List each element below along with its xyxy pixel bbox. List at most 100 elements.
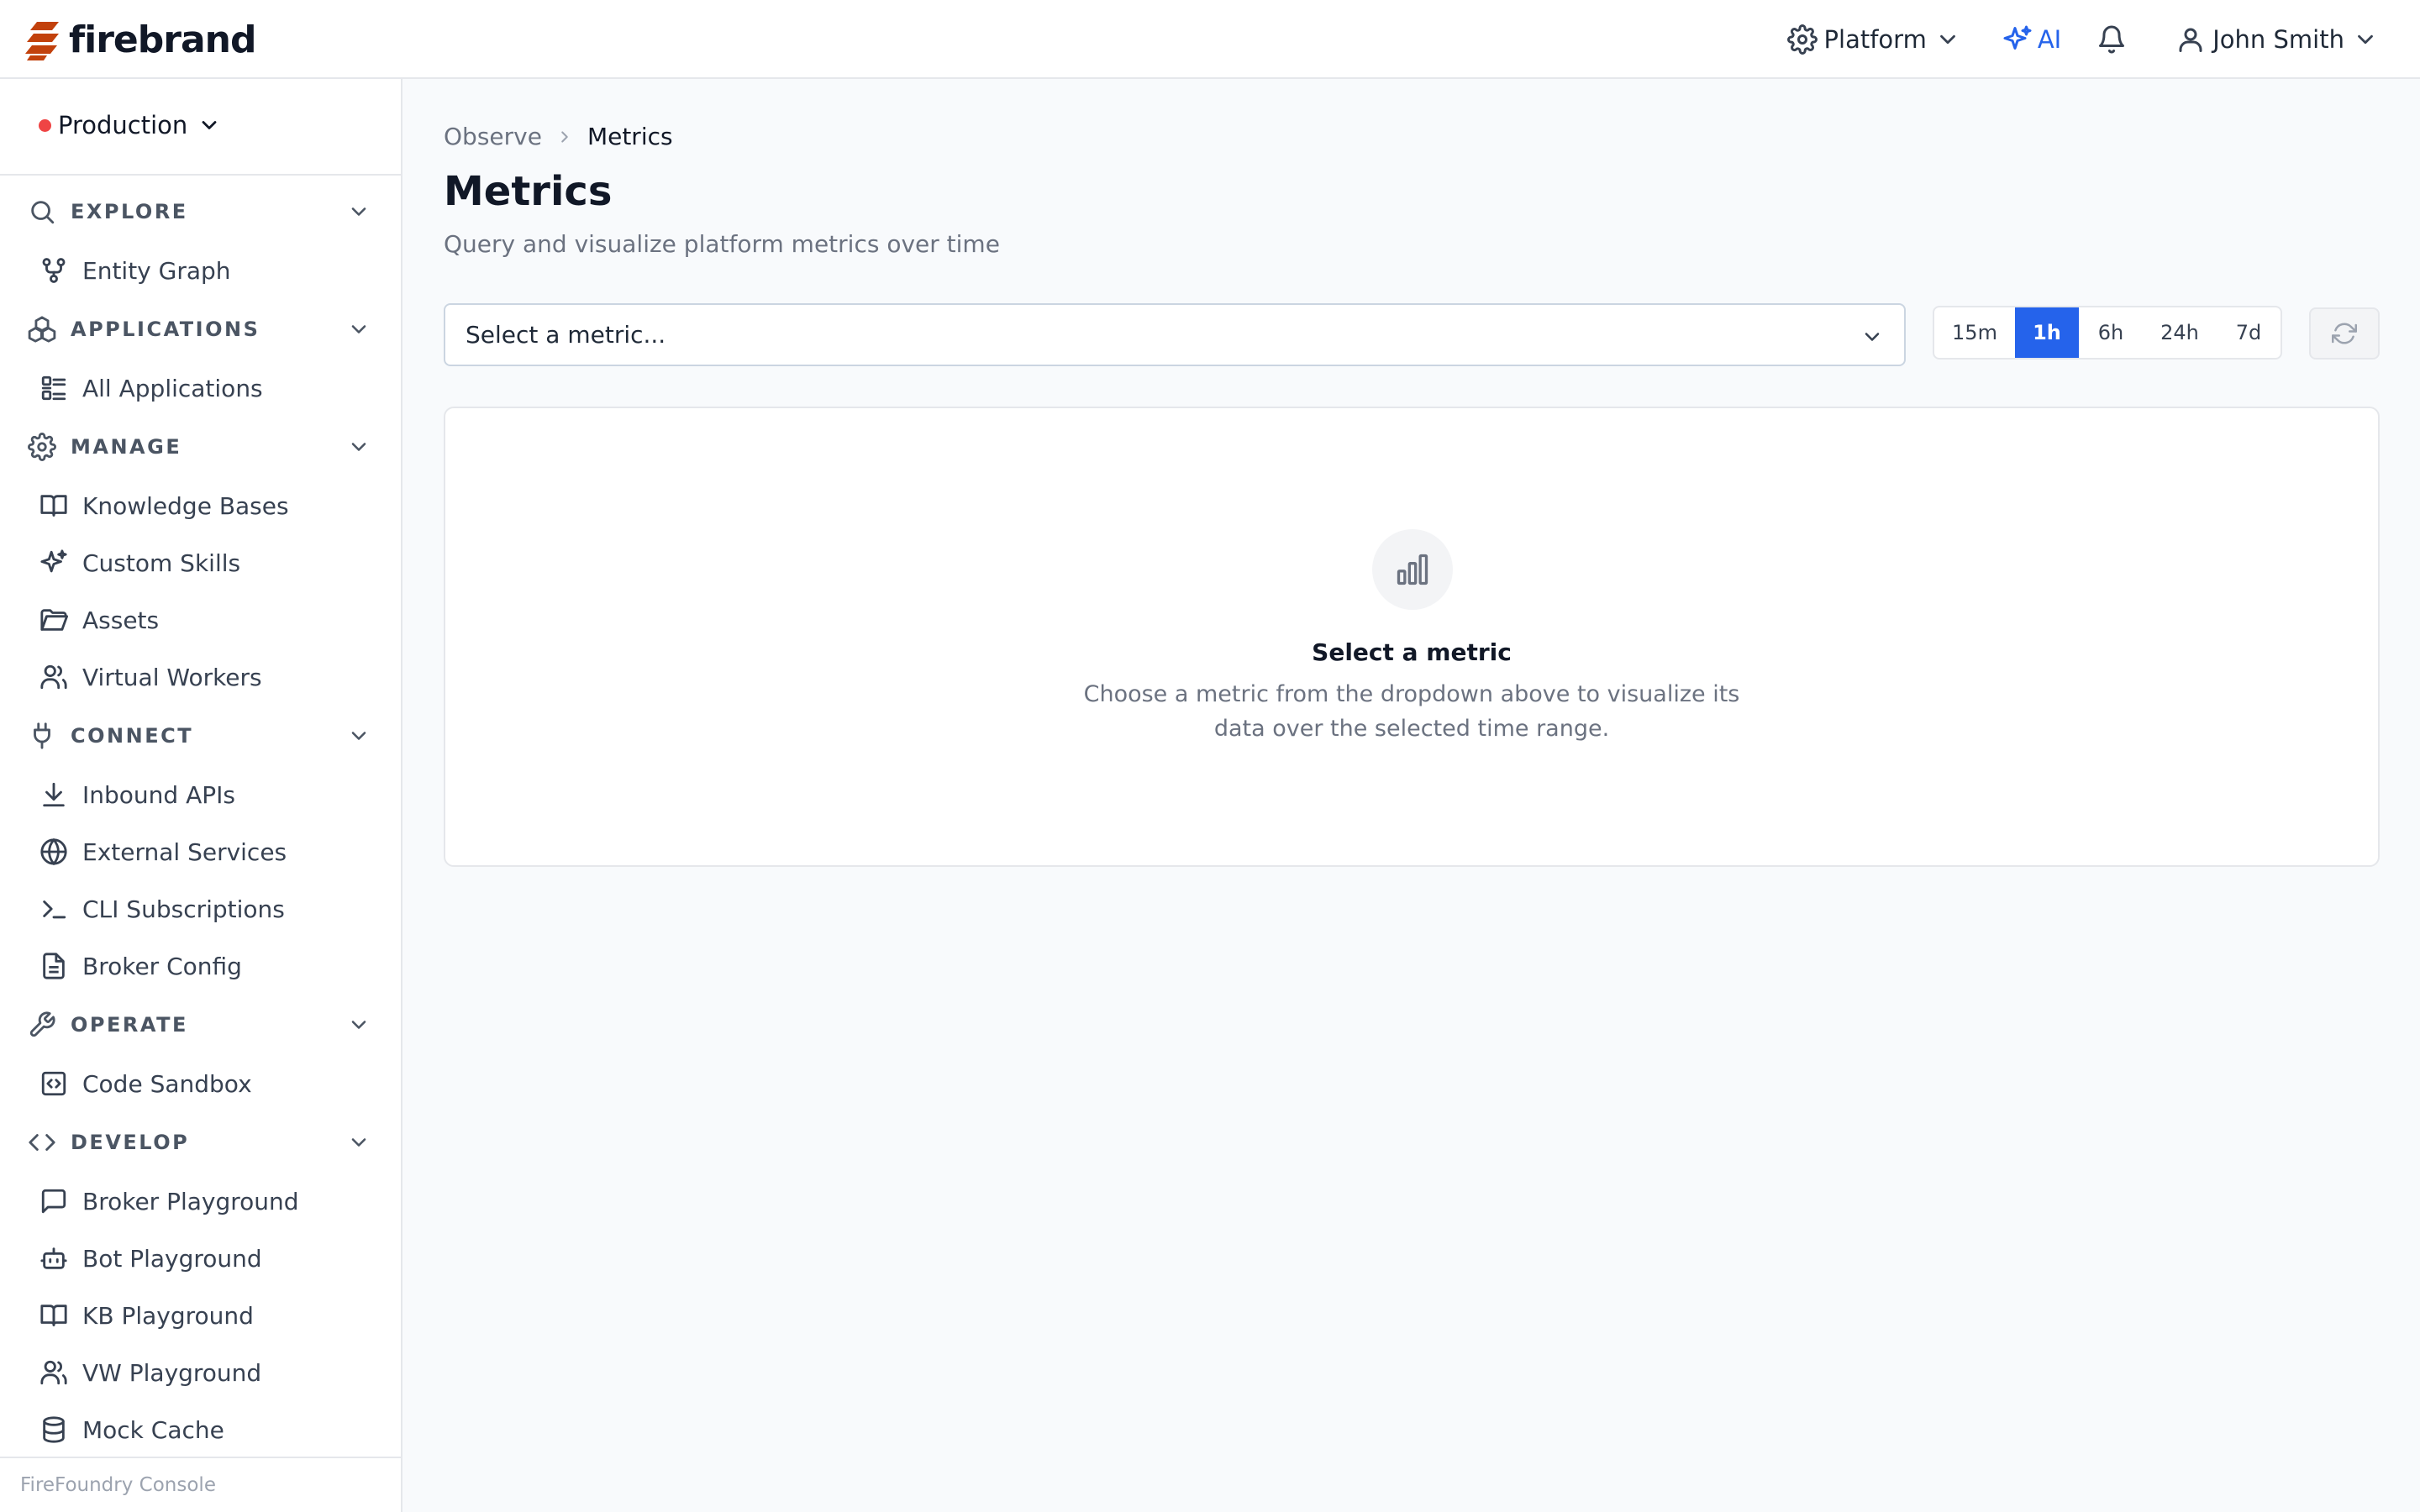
sidebar-item-cli-subscriptions[interactable]: CLI Subscriptions bbox=[0, 880, 401, 937]
sidebar-item-label: Entity Graph bbox=[82, 256, 231, 285]
bar-chart-icon bbox=[1397, 554, 1428, 585]
sidebar-item-assets[interactable]: Assets bbox=[0, 591, 401, 648]
chevron-down-icon bbox=[351, 325, 366, 333]
ai-label: AI bbox=[2037, 25, 2062, 54]
sidebar-item-custom-skills[interactable]: Custom Skills bbox=[0, 534, 401, 591]
breadcrumb-observe[interactable]: Observe bbox=[444, 123, 542, 150]
metric-select-placeholder: Select a metric... bbox=[466, 321, 666, 349]
logo-text: firebrand bbox=[69, 18, 256, 61]
platform-label: Platform bbox=[1823, 25, 1927, 54]
bot-icon bbox=[40, 1247, 67, 1269]
refresh-icon bbox=[2332, 323, 2357, 344]
book-icon bbox=[40, 495, 67, 517]
list-icon bbox=[41, 375, 66, 401]
terminal-icon bbox=[43, 900, 66, 919]
section-explore[interactable]: EXPLORE bbox=[0, 181, 401, 242]
environment-status-dot bbox=[39, 118, 51, 132]
database-icon bbox=[43, 1416, 65, 1443]
sidebar-item-vw-playground[interactable]: VW Playground bbox=[0, 1344, 401, 1401]
user-name: John Smith bbox=[2212, 25, 2344, 54]
chevron-down-icon bbox=[351, 443, 366, 451]
environment-selector[interactable]: Production bbox=[39, 111, 221, 139]
sidebar-item-label: Knowledge Bases bbox=[82, 491, 289, 520]
empty-state-description: Choose a metric from the dropdown above … bbox=[1076, 677, 1748, 746]
top-bar: firebrand Platform AI John Smith bbox=[0, 0, 2420, 79]
sidebar-item-external-services[interactable]: External Services bbox=[0, 823, 401, 880]
firebrand-logo-icon bbox=[25, 22, 59, 60]
code-box-icon bbox=[41, 1071, 66, 1096]
sparkles-icon bbox=[2003, 25, 2032, 50]
sidebar-item-broker-config[interactable]: Broker Config bbox=[0, 937, 401, 995]
sidebar-item-all-applications[interactable]: All Applications bbox=[0, 360, 401, 417]
user-menu-button[interactable]: John Smith bbox=[2175, 24, 2378, 55]
chevron-down-icon bbox=[1865, 333, 1880, 341]
breadcrumb-current: Metrics bbox=[587, 123, 673, 150]
section-develop[interactable]: DEVELOP bbox=[0, 1112, 401, 1173]
sidebar-item-knowledge-bases[interactable]: Knowledge Bases bbox=[0, 477, 401, 534]
section-label: APPLICATIONS bbox=[71, 318, 260, 341]
sidebar-item-mock-cache[interactable]: Mock Cache bbox=[0, 1401, 401, 1458]
section-label: CONNECT bbox=[71, 724, 194, 748]
sidebar-item-label: Inbound APIs bbox=[82, 780, 235, 809]
time-range-7d-button[interactable]: 7d bbox=[2217, 307, 2281, 358]
time-range-24h-button[interactable]: 24h bbox=[2143, 307, 2217, 358]
chevron-down-icon bbox=[202, 121, 217, 129]
sidebar-footer: FireFoundry Console bbox=[0, 1457, 401, 1512]
plug-icon bbox=[34, 722, 50, 749]
chevron-down-icon bbox=[351, 207, 366, 216]
empty-state-title: Select a metric bbox=[1312, 638, 1512, 666]
sidebar-item-broker-playground[interactable]: Broker Playground bbox=[0, 1173, 401, 1230]
users-icon bbox=[40, 664, 67, 690]
section-label: DEVELOP bbox=[71, 1131, 190, 1154]
sidebar-item-entity-graph[interactable]: Entity Graph bbox=[0, 242, 401, 299]
section-label: EXPLORE bbox=[71, 200, 188, 223]
sidebar-item-inbound-apis[interactable]: Inbound APIs bbox=[0, 766, 401, 823]
empty-state-line: data over the selected time range. bbox=[1213, 716, 1610, 742]
refresh-button[interactable] bbox=[2309, 307, 2380, 360]
code-icon bbox=[29, 1134, 55, 1151]
chevron-down-icon bbox=[351, 732, 366, 740]
environment-label: Production bbox=[58, 111, 188, 139]
sidebar: Production EXPLORE Entity Graph APPLICAT… bbox=[0, 79, 402, 1512]
sidebar-item-label: VW Playground bbox=[82, 1358, 262, 1387]
sidebar-item-label: Bot Playground bbox=[82, 1244, 262, 1273]
sidebar-item-label: Broker Config bbox=[82, 952, 242, 980]
time-range-15m-button[interactable]: 15m bbox=[1934, 307, 2015, 358]
metric-select-dropdown[interactable]: Select a metric... bbox=[444, 303, 1906, 366]
sidebar-item-label: Broker Playground bbox=[82, 1187, 299, 1215]
book-icon bbox=[40, 1305, 67, 1326]
logo[interactable]: firebrand bbox=[25, 17, 256, 62]
gear-icon bbox=[1786, 24, 1818, 55]
section-operate[interactable]: OPERATE bbox=[0, 995, 401, 1055]
breadcrumb: Observe Metrics bbox=[444, 123, 673, 150]
sidebar-item-bot-playground[interactable]: Bot Playground bbox=[0, 1230, 401, 1287]
sidebar-item-label: Code Sandbox bbox=[82, 1069, 252, 1098]
chevron-down-icon bbox=[2358, 34, 2373, 45]
time-range-1h-button[interactable]: 1h bbox=[2015, 307, 2079, 358]
chat-icon bbox=[41, 1189, 66, 1214]
users-icon bbox=[40, 1360, 67, 1385]
sidebar-item-virtual-workers[interactable]: Virtual Workers bbox=[0, 648, 401, 706]
ai-button[interactable]: AI bbox=[2002, 24, 2061, 55]
cubes-icon bbox=[28, 316, 56, 343]
time-range-6h-button[interactable]: 6h bbox=[2079, 307, 2143, 358]
sidebar-item-label: External Services bbox=[82, 837, 287, 866]
section-connect[interactable]: CONNECT bbox=[0, 706, 401, 766]
section-applications[interactable]: APPLICATIONS bbox=[0, 299, 401, 360]
notifications-button[interactable] bbox=[2096, 24, 2127, 55]
page-title: Metrics bbox=[444, 168, 613, 215]
sidebar-item-kb-playground[interactable]: KB Playground bbox=[0, 1287, 401, 1344]
page-subtitle: Query and visualize platform metrics ove… bbox=[444, 230, 1000, 258]
section-label: MANAGE bbox=[71, 435, 182, 459]
sidebar-item-code-sandbox[interactable]: Code Sandbox bbox=[0, 1055, 401, 1112]
section-manage[interactable]: MANAGE bbox=[0, 417, 401, 477]
sidebar-item-label: Custom Skills bbox=[82, 549, 241, 577]
search-icon bbox=[31, 201, 55, 224]
chevron-right-icon bbox=[561, 130, 568, 143]
sidebar-item-label: Assets bbox=[82, 606, 160, 634]
platform-menu-button[interactable]: Platform bbox=[1786, 24, 1960, 55]
folder-icon bbox=[40, 609, 68, 631]
chevron-down-icon bbox=[351, 1138, 366, 1147]
sidebar-item-label: CLI Subscriptions bbox=[82, 895, 285, 923]
empty-state-line: Choose a metric from the dropdown above … bbox=[1083, 681, 1740, 707]
